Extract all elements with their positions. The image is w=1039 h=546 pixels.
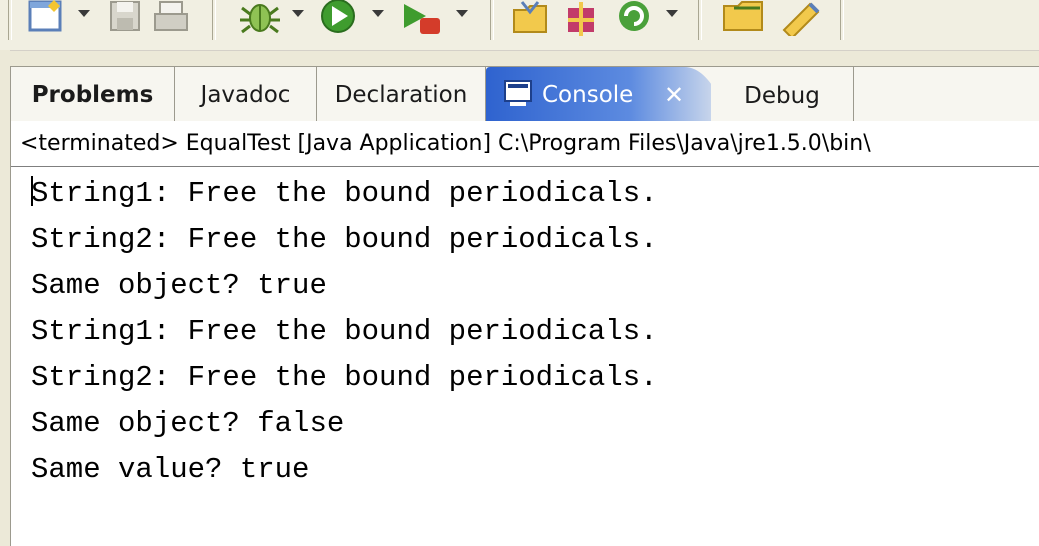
view-tab-bar: Problems Javadoc Declaration Console ✕ D… [10,66,1039,122]
save-icon[interactable] [108,0,144,34]
new-file-icon[interactable] [24,0,68,36]
new-dropdown-arrow[interactable] [78,10,90,17]
close-icon[interactable]: ✕ [664,67,684,123]
refresh-icon[interactable] [614,0,656,38]
console-output-line: String2: Free the bound periodicals. [31,361,658,394]
external-tools-icon[interactable] [400,0,446,40]
text-cursor [31,176,33,206]
run-dropdown-arrow[interactable] [372,10,384,17]
toolbar-separator [698,0,702,40]
toolbar-separator [840,0,844,40]
open-type-icon[interactable] [512,0,554,38]
toolbar-separator [212,0,216,40]
console-output-line: Same object? false [31,407,345,440]
main-toolbar [0,0,1039,51]
console-view[interactable]: <terminated> EqualTest [Java Application… [10,121,1039,546]
console-output-line: Same object? true [31,269,327,302]
tab-declaration[interactable]: Declaration [317,67,486,121]
debug-icon[interactable] [238,0,284,38]
open-resource-icon[interactable] [562,0,602,38]
debug-dropdown-arrow[interactable] [292,10,304,17]
console-process-label: <terminated> EqualTest [Java Application… [11,121,1039,167]
left-frame [0,50,10,546]
console-output-line: String2: Free the bound periodicals. [31,223,658,256]
toolbar-separator [490,0,494,40]
toolbar-separator [8,0,12,40]
refresh-dropdown-arrow[interactable] [666,10,678,17]
tab-problems[interactable]: Problems [11,67,175,121]
external-tools-dropdown-arrow[interactable] [456,10,468,17]
run-icon[interactable] [318,0,360,40]
tab-debug[interactable]: Debug [711,67,854,121]
console-output-line: String1: Free the bound periodicals. [31,315,658,348]
tab-console-label: Console [542,82,634,108]
console-icon [504,80,532,106]
tab-javadoc[interactable]: Javadoc [175,67,317,121]
open-folder-icon[interactable] [722,0,768,36]
print-icon[interactable] [152,0,192,34]
edit-icon[interactable] [780,0,824,36]
console-output-line: String1: Free the bound periodicals. [31,177,658,210]
console-output-line: Same value? true [31,453,310,486]
